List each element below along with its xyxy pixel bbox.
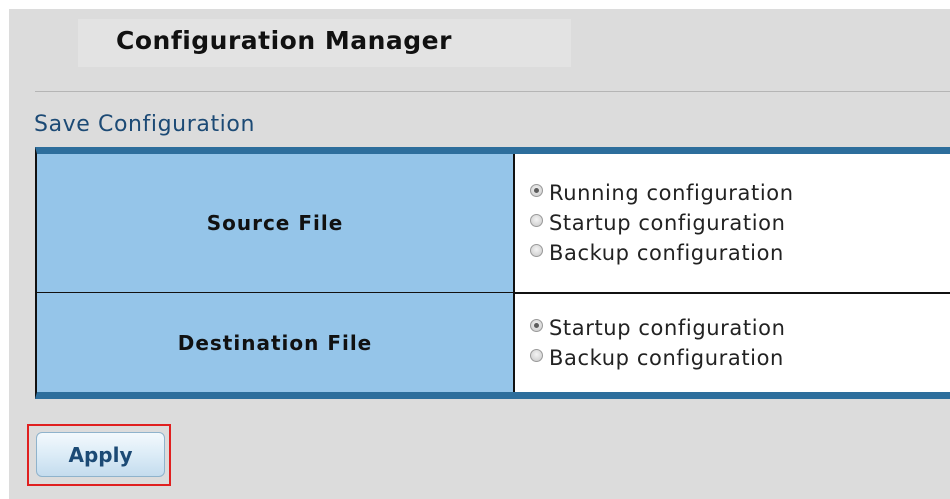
- destination-option-label: Startup configuration: [549, 315, 786, 340]
- source-option-backup[interactable]: Backup configuration: [530, 238, 950, 268]
- source-option-running[interactable]: Running configuration: [530, 178, 950, 208]
- source-option-label: Backup configuration: [549, 241, 784, 265]
- source-file-row: Source File Running configuration Startu…: [37, 154, 950, 292]
- source-option-startup[interactable]: Startup configuration: [530, 208, 950, 238]
- source-file-options: Running configuration Startup configurat…: [515, 154, 950, 292]
- section-title: Save Configuration: [34, 112, 255, 137]
- destination-file-row: Destination File Startup configuration B…: [37, 293, 950, 392]
- destination-option-startup[interactable]: Startup configuration: [530, 313, 950, 343]
- save-configuration-table: Source File Running configuration Startu…: [35, 147, 950, 399]
- source-option-label: Running configuration: [549, 181, 794, 205]
- title-divider: [35, 91, 950, 92]
- destination-file-label: Destination File: [177, 330, 373, 355]
- destination-option-label: Backup configuration: [549, 345, 784, 370]
- destination-file-options: Startup configuration Backup configurati…: [515, 293, 950, 392]
- source-option-label: Startup configuration: [549, 211, 786, 235]
- page-title: Configuration Manager: [116, 26, 452, 55]
- destination-option-backup[interactable]: Backup configuration: [530, 343, 950, 373]
- radio-backup-config[interactable]: [530, 244, 543, 257]
- radio-running-config[interactable]: [530, 184, 543, 197]
- page: Configuration Manager Save Configuration…: [0, 0, 950, 499]
- destination-file-label-cell: Destination File: [37, 293, 515, 392]
- apply-button[interactable]: Apply: [36, 432, 165, 477]
- radio-dest-startup-config[interactable]: [530, 318, 543, 332]
- source-file-label: Source File: [206, 211, 344, 235]
- radio-startup-config[interactable]: [530, 214, 543, 227]
- source-file-label-cell: Source File: [37, 154, 515, 292]
- radio-dest-backup-config[interactable]: [530, 348, 543, 362]
